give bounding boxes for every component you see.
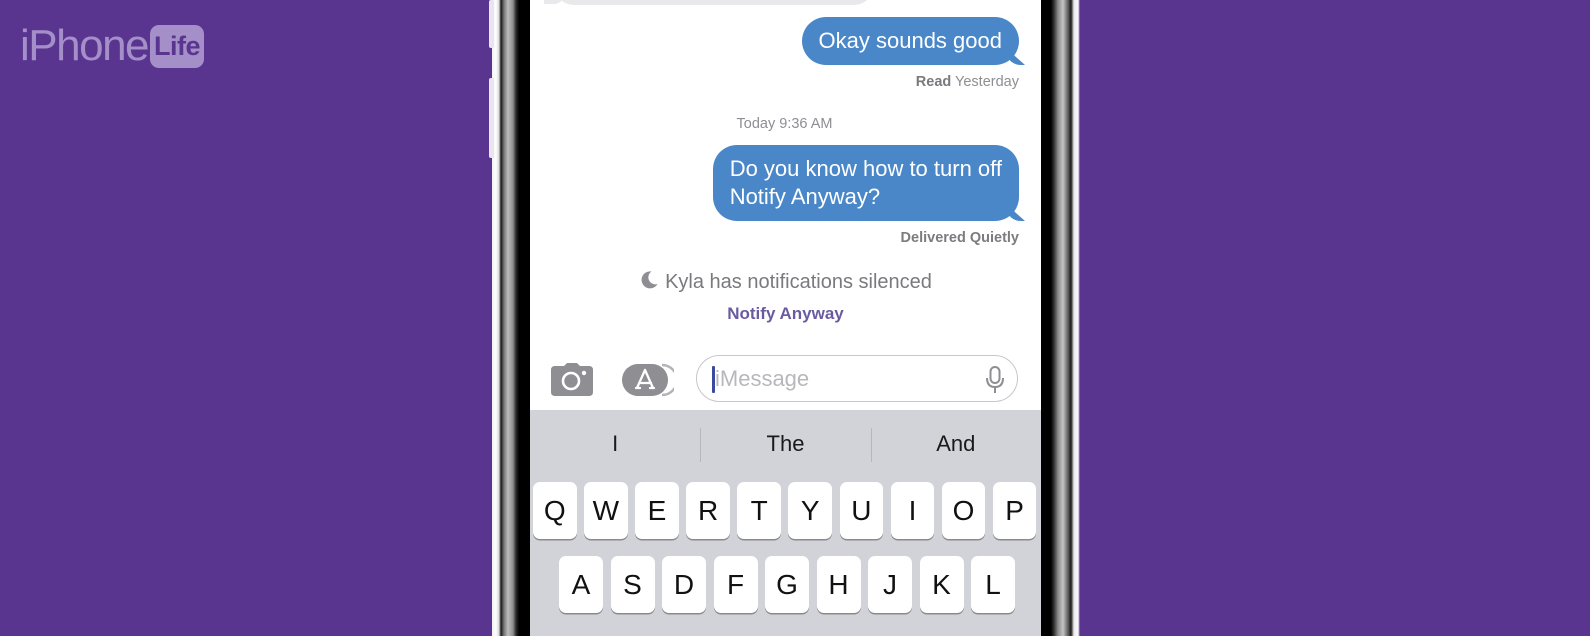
outgoing-message-bubble[interactable]: Do you know how to turn off Notify Anywa…	[712, 145, 1019, 221]
key-j[interactable]: J	[868, 556, 912, 613]
key-k[interactable]: K	[919, 556, 964, 613]
incoming-message-bubble	[554, 0, 874, 5]
key-r[interactable]: R	[686, 482, 730, 539]
logo-badge: Life	[150, 24, 205, 68]
message-text: Okay sounds good	[818, 28, 1002, 53]
incoming-bubble-tail	[544, 0, 564, 4]
key-y[interactable]: Y	[788, 482, 833, 539]
key-f[interactable]: F	[713, 556, 758, 613]
timestamp-text: Today 9:36 AM	[736, 116, 833, 132]
message-text-line: Do you know how to turn off	[729, 156, 1002, 181]
logo-text: iPhone	[20, 21, 150, 70]
camera-icon[interactable]	[551, 363, 593, 396]
key-o[interactable]: O	[941, 482, 986, 539]
outgoing-message-bubble[interactable]: Okay sounds good	[801, 17, 1019, 65]
keyboard: I The And Q W E R T Y U I O P A S D F G …	[530, 410, 1041, 636]
input-placeholder: iMessage	[715, 366, 810, 391]
read-receipt: Read Yesterday	[916, 74, 1019, 90]
suggestion-item[interactable]: The	[700, 410, 870, 478]
key-d[interactable]: D	[662, 556, 706, 613]
key-row-2: A S D F G H J K L	[530, 556, 1041, 613]
side-button	[489, 0, 494, 48]
key-row-1: Q W E R T Y U I O P	[530, 482, 1041, 539]
key-t[interactable]: T	[737, 482, 781, 539]
key-s[interactable]: S	[610, 556, 655, 613]
read-time: Yesterday	[955, 74, 1019, 90]
key-p[interactable]: P	[992, 482, 1037, 539]
key-e[interactable]: E	[635, 482, 679, 539]
focus-notice: Kyla has notifications silenced	[530, 270, 1041, 294]
key-q[interactable]: Q	[533, 482, 577, 539]
key-i[interactable]: I	[890, 482, 935, 539]
key-l[interactable]: L	[971, 556, 1015, 613]
message-timestamp: Today 9:36 AM	[530, 116, 1041, 132]
key-w[interactable]: W	[584, 482, 628, 539]
delivery-status: Delivered Quietly	[900, 230, 1019, 246]
phone-bezel-right	[1038, 0, 1082, 636]
focus-notice-text: Kyla has notifications silenced	[665, 271, 932, 293]
iphone-life-logo: iPhone Life	[20, 21, 205, 70]
phone-bezel-left	[489, 0, 530, 636]
key-u[interactable]: U	[839, 482, 884, 539]
messages-screen: Okay sounds good Read Yesterday Today 9:…	[530, 0, 1041, 636]
app-store-icon[interactable]	[622, 363, 674, 397]
moon-icon	[641, 271, 658, 289]
volume-button	[489, 78, 494, 158]
key-h[interactable]: H	[816, 556, 861, 613]
key-a[interactable]: A	[559, 556, 603, 613]
microphone-icon[interactable]	[985, 366, 1005, 394]
predictive-suggestions-bar: I The And	[530, 410, 1041, 478]
suggestion-item[interactable]: I	[530, 410, 700, 478]
read-label: Read	[915, 74, 952, 90]
key-g[interactable]: G	[765, 556, 809, 613]
suggestion-item[interactable]: And	[870, 410, 1041, 478]
imessage-input[interactable]: iMessage	[696, 355, 1018, 402]
notify-anyway-button[interactable]: Notify Anyway	[530, 304, 1041, 324]
message-text-line: Notify Anyway?	[729, 184, 881, 209]
